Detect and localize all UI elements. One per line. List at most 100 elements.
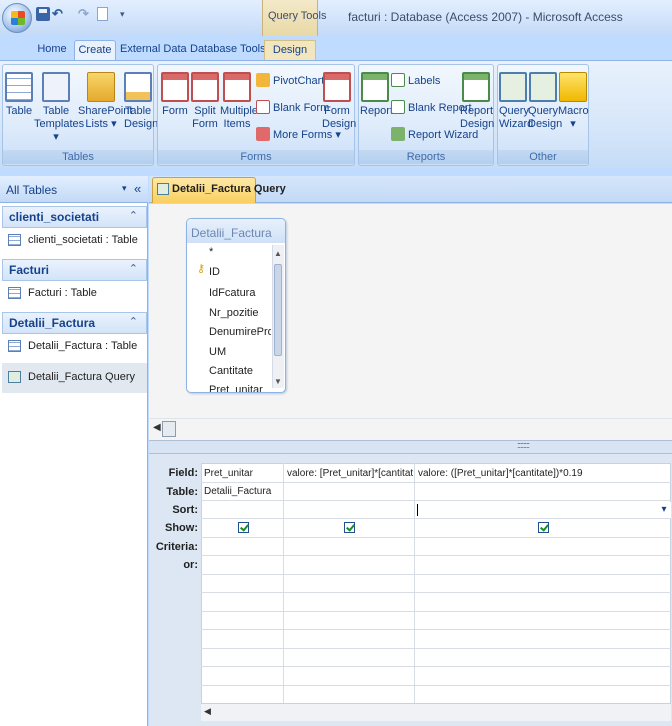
table-design-icon — [124, 72, 152, 102]
tab-create[interactable]: Create — [74, 40, 116, 60]
field-list-item[interactable]: Cantitate — [209, 365, 253, 377]
split-form-button[interactable]: Split Form — [191, 72, 219, 131]
report-design-button[interactable]: Report Design — [460, 72, 495, 131]
macro-button[interactable]: Macro ▾ — [558, 72, 589, 131]
save-icon[interactable] — [36, 7, 50, 21]
office-button[interactable] — [2, 3, 32, 33]
navigation-pane-title[interactable]: All Tables — [6, 183, 57, 197]
field-list-item[interactable]: UM — [209, 346, 226, 358]
field-list-item[interactable]: IdFcatura — [209, 287, 255, 299]
grid-line — [201, 537, 671, 538]
grid-line — [201, 482, 671, 483]
grid-cell-table[interactable]: Detalii_Factura — [204, 486, 282, 497]
chevron-down-icon[interactable]: ▾ — [122, 183, 127, 194]
pivotchart-button[interactable]: PivotChart — [256, 73, 324, 88]
grid-row-label-criteria: Criteria: — [155, 541, 198, 553]
query-design-button[interactable]: Query Design — [528, 72, 562, 131]
nav-group-facturi[interactable]: Facturi ⌃ — [2, 259, 147, 281]
field-list-item[interactable]: DenumireProdus — [209, 326, 271, 338]
upper-pane-horizontal-scrollbar[interactable] — [149, 418, 672, 440]
customize-qat-icon[interactable]: ▾ — [120, 7, 134, 21]
grid-cell-field[interactable]: valore: ([Pret_unitar]*[cantitate])*0.19 — [418, 468, 670, 479]
tab-home[interactable]: Home — [34, 40, 70, 60]
field-list-item[interactable]: Pret_unitar — [209, 384, 263, 392]
show-checkbox[interactable] — [538, 522, 549, 533]
nav-group-clienti-societati[interactable]: clienti_societati ⌃ — [2, 206, 147, 228]
chevron-up-icon[interactable]: ⌃ — [129, 315, 138, 328]
field-list-item[interactable]: ID — [209, 266, 220, 278]
collapse-pane-icon[interactable]: « — [134, 181, 141, 196]
button-label: Design — [460, 118, 495, 130]
button-label: Form — [324, 105, 350, 117]
labels-button[interactable]: Labels — [391, 73, 440, 88]
grid-horizontal-scrollbar[interactable] — [201, 703, 671, 721]
button-label: Table — [124, 105, 152, 117]
sharepoint-lists-button[interactable]: SharePoint Lists ▾ — [78, 72, 132, 131]
table-design-button[interactable]: Table Design — [124, 72, 158, 131]
nav-item-detalii-factura-query[interactable]: Detalii_Factura Query — [2, 363, 147, 393]
field-list-item[interactable]: * — [209, 246, 213, 258]
multiple-items-button[interactable]: Multiple Items — [220, 72, 258, 131]
scroll-up-icon[interactable]: ▲ — [274, 249, 282, 258]
window-title: facturi : Database (Access 2007) - Micro… — [348, 10, 623, 24]
show-checkbox[interactable] — [238, 522, 249, 533]
nav-group-detalii-factura[interactable]: Detalii_Factura ⌃ — [2, 312, 147, 334]
report-button[interactable]: Report — [360, 72, 394, 118]
scroll-left-icon[interactable]: ◀ — [204, 706, 211, 717]
scrollbar-thumb[interactable] — [274, 264, 282, 356]
query-wizard-button[interactable]: Query Wizard — [499, 72, 533, 131]
nav-item-label: Detalii_Factura Query — [28, 371, 135, 383]
blank-form-icon — [256, 100, 270, 114]
table-button[interactable]: Table — [4, 72, 34, 118]
table-templates-button[interactable]: Table Templates ▾ — [34, 72, 84, 144]
grid-line — [201, 629, 671, 630]
grid-line — [201, 500, 671, 501]
grid-line — [414, 463, 415, 703]
grid-line — [283, 463, 284, 703]
pane-splitter[interactable] — [149, 440, 672, 454]
button-label: Table — [42, 105, 70, 117]
document-tab-label[interactable]: Detalii_Factura Query — [172, 183, 286, 195]
tab-design[interactable]: Design — [264, 40, 316, 60]
tab-database-tools[interactable]: Database Tools — [190, 40, 266, 60]
nav-item-facturi-table[interactable]: Facturi : Table — [2, 281, 147, 307]
new-document-icon[interactable] — [97, 7, 108, 21]
field-list-title: Detalii_Factura — [191, 226, 272, 240]
splitter-grip-icon[interactable]: :::::::: — [517, 440, 530, 450]
scrollbar-thumb[interactable] — [162, 421, 176, 437]
grid-line — [201, 574, 671, 575]
report-wizard-icon — [391, 127, 405, 141]
button-label: Form — [192, 118, 218, 130]
table-icon — [8, 340, 21, 352]
blank-form-button[interactable]: Blank Form — [256, 100, 329, 115]
grid-row-label-or: or: — [183, 559, 198, 571]
button-label: Templates ▾ — [34, 118, 85, 143]
grid-row-label-table: Table: — [166, 486, 198, 498]
text-cursor — [417, 504, 418, 516]
button-label: Labels — [408, 75, 441, 87]
nav-item-detalii-factura-table[interactable]: Detalii_Factura : Table — [2, 334, 147, 360]
button-label: Report — [360, 105, 394, 117]
redo-icon[interactable]: ↷ — [78, 7, 92, 21]
grid-cell-field[interactable]: valore: [Pret_unitar]*[cantitate] — [287, 468, 413, 479]
table-icon — [5, 72, 33, 102]
chevron-down-icon[interactable]: ▾ — [657, 502, 671, 518]
scroll-left-icon[interactable]: ◀ — [153, 422, 161, 433]
undo-icon[interactable]: ↶ — [52, 7, 66, 21]
scroll-down-icon[interactable]: ▼ — [274, 377, 282, 386]
button-label: Report — [460, 105, 494, 117]
nav-item-clienti-societati-table[interactable]: clienti_societati : Table — [2, 228, 147, 254]
chevron-up-icon[interactable]: ⌃ — [129, 262, 138, 275]
field-list-item[interactable]: Nr_pozitie — [209, 307, 259, 319]
primary-key-icon: ⚷ — [197, 263, 206, 275]
report-icon — [361, 72, 389, 102]
button-label: Multiple — [220, 105, 258, 117]
tab-external-data[interactable]: External Data — [120, 40, 187, 60]
button-label: Query — [499, 105, 529, 117]
show-checkbox[interactable] — [344, 522, 355, 533]
chevron-up-icon[interactable]: ⌃ — [129, 209, 138, 222]
grid-cell-field[interactable]: Pret_unitar — [204, 468, 282, 479]
macro-icon — [559, 72, 587, 102]
form-design-button[interactable]: Form Design — [322, 72, 356, 131]
form-button[interactable]: Form — [161, 72, 189, 118]
